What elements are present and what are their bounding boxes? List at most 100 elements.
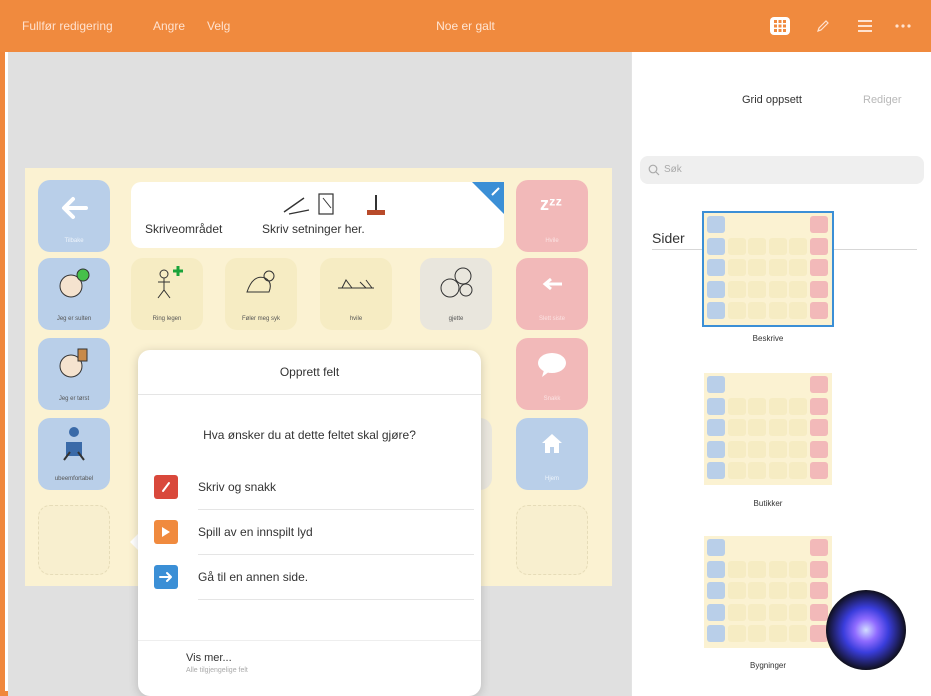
divider <box>198 599 474 600</box>
popover-question: Hva ønsker du at dette feltet skal gjøre… <box>203 428 416 442</box>
finish-editing-button[interactable]: Fullfør redigering <box>22 19 113 33</box>
thumbnail-cell <box>768 603 787 621</box>
empty-cell[interactable] <box>38 505 110 575</box>
arrow-right-icon <box>154 565 178 589</box>
thumbnail-cell <box>727 237 746 255</box>
tab-edit[interactable]: Rediger <box>863 94 902 106</box>
thumbnail-cell <box>789 302 807 319</box>
thumbnail-cell <box>809 259 828 276</box>
face-icon <box>59 268 90 298</box>
thirsty-cell[interactable]: Jeg er tørst <box>38 338 110 410</box>
edit-pencil-icon <box>491 187 500 196</box>
writing-area[interactable]: Skriveområdet Skriv setninger her. <box>131 182 504 248</box>
thumbnail-cell <box>768 259 787 276</box>
thumbnail-cell <box>768 302 787 319</box>
thumbnail-cell <box>809 376 828 393</box>
thumbnail-cell <box>707 237 725 255</box>
hungry-cell[interactable]: Jeg er sulten <box>38 258 110 330</box>
grid-layout-icon[interactable] <box>770 17 790 35</box>
thumbnail-cell <box>748 582 766 599</box>
thumbnail-cell <box>768 419 787 436</box>
thumbnail-cell <box>707 539 725 556</box>
tab-grid-layout[interactable]: Grid oppsett <box>742 94 802 106</box>
thumbnail-cell <box>789 603 807 621</box>
page-thumbnail-butikker[interactable] <box>704 373 832 485</box>
top-toolbar: Fullfør redigering Angre Velg Noe er gal… <box>0 0 931 52</box>
thirsty-face-icon <box>59 348 88 378</box>
home-cell[interactable]: Hjem <box>516 418 588 490</box>
list-icon[interactable] <box>855 17 875 35</box>
pen-icon[interactable] <box>813 17 833 35</box>
section-title: Sider <box>652 230 685 246</box>
thumbnail-cell <box>727 625 746 642</box>
popover-title: Opprett felt <box>138 350 481 395</box>
call-doctor-cell[interactable]: Ring legen <box>131 258 203 330</box>
divider <box>138 640 481 641</box>
rest-cell[interactable]: hvile <box>320 258 392 330</box>
thinking-faces-icon <box>440 267 473 298</box>
thumbnail-cell <box>748 280 766 298</box>
seated-person-icon <box>63 427 85 461</box>
option-write-and-speak[interactable]: Skriv og snakk <box>154 469 474 510</box>
writing-symbols-icon <box>283 193 385 215</box>
search-icon <box>648 164 660 176</box>
empty-cell[interactable] <box>516 505 588 575</box>
thumbnail-cell <box>707 462 725 479</box>
show-more-button[interactable]: Vis mer... <box>186 652 232 664</box>
select-button[interactable]: Velg <box>207 19 230 33</box>
thumbnail-cell <box>809 582 828 599</box>
thumbnail-cell <box>789 625 807 642</box>
thumbnail-cell <box>809 539 828 556</box>
thumbnail-cell <box>748 462 766 479</box>
thumbnail-cell <box>789 237 807 255</box>
siri-orb-icon <box>826 590 906 670</box>
thumbnail-cell <box>707 419 725 436</box>
thumbnail-cell <box>707 280 725 298</box>
thumbnail-cell <box>707 582 725 599</box>
home-icon <box>542 434 562 453</box>
thumbnail-cell <box>809 560 828 578</box>
option-go-to-page[interactable]: Gå til en annen side. <box>154 559 474 600</box>
thumbnail-cell <box>748 259 766 276</box>
thumbnail-cell <box>768 280 787 298</box>
sleep-cell[interactable]: zᶻᶻ Hvile <box>516 180 588 252</box>
page-thumbnail-bygninger[interactable] <box>704 536 832 648</box>
thumbnail-cell <box>748 419 766 436</box>
guess-cell[interactable]: gjette <box>420 258 492 330</box>
thumbnail-cell <box>727 440 746 458</box>
thumbnail-cell <box>748 440 766 458</box>
more-icon[interactable] <box>893 17 913 35</box>
page-thumbnail-beskrive[interactable] <box>702 211 834 327</box>
thumbnail-cell <box>789 280 807 298</box>
pencil-icon <box>154 475 178 499</box>
page-name-bygninger: Bygninger <box>749 661 787 670</box>
page-name-butikker: Butikker <box>753 499 783 508</box>
thumbnail-cell <box>809 280 828 298</box>
undo-button[interactable]: Angre <box>153 19 185 33</box>
thumbnail-cell <box>789 397 807 415</box>
talk-cell[interactable]: Snakk <box>516 338 588 410</box>
write-area-label-2: Skriv setninger her. <box>262 222 365 236</box>
back-cell[interactable]: Tilbake <box>38 180 110 252</box>
option-play-recording[interactable]: Spill av en innspilt lyd <box>154 514 474 555</box>
sick-person-icon <box>246 270 275 293</box>
thumbnail-cell <box>727 397 746 415</box>
search-input[interactable]: Søk <box>640 156 924 184</box>
delete-last-cell[interactable]: Slett siste <box>516 258 588 330</box>
thumbnail-cell <box>748 237 766 255</box>
thumbnail-cell <box>789 462 807 479</box>
thumbnail-cell <box>707 603 725 621</box>
thumbnail-cell <box>789 582 807 599</box>
thumbnail-cell <box>789 560 807 578</box>
thumbnail-cell <box>727 582 746 599</box>
thumbnail-cell <box>727 603 746 621</box>
thumbnail-cell <box>809 462 828 479</box>
thumbnail-cell <box>727 302 746 319</box>
zzz-icon: zᶻᶻ <box>540 194 563 214</box>
uncomfortable-cell[interactable]: ubeemfortabel <box>38 418 110 490</box>
thumbnail-cell <box>748 625 766 642</box>
divider <box>198 554 474 555</box>
thumbnail-cell <box>809 302 828 319</box>
doctor-icon <box>157 266 183 299</box>
feel-sick-cell[interactable]: Føler meg syk <box>225 258 297 330</box>
